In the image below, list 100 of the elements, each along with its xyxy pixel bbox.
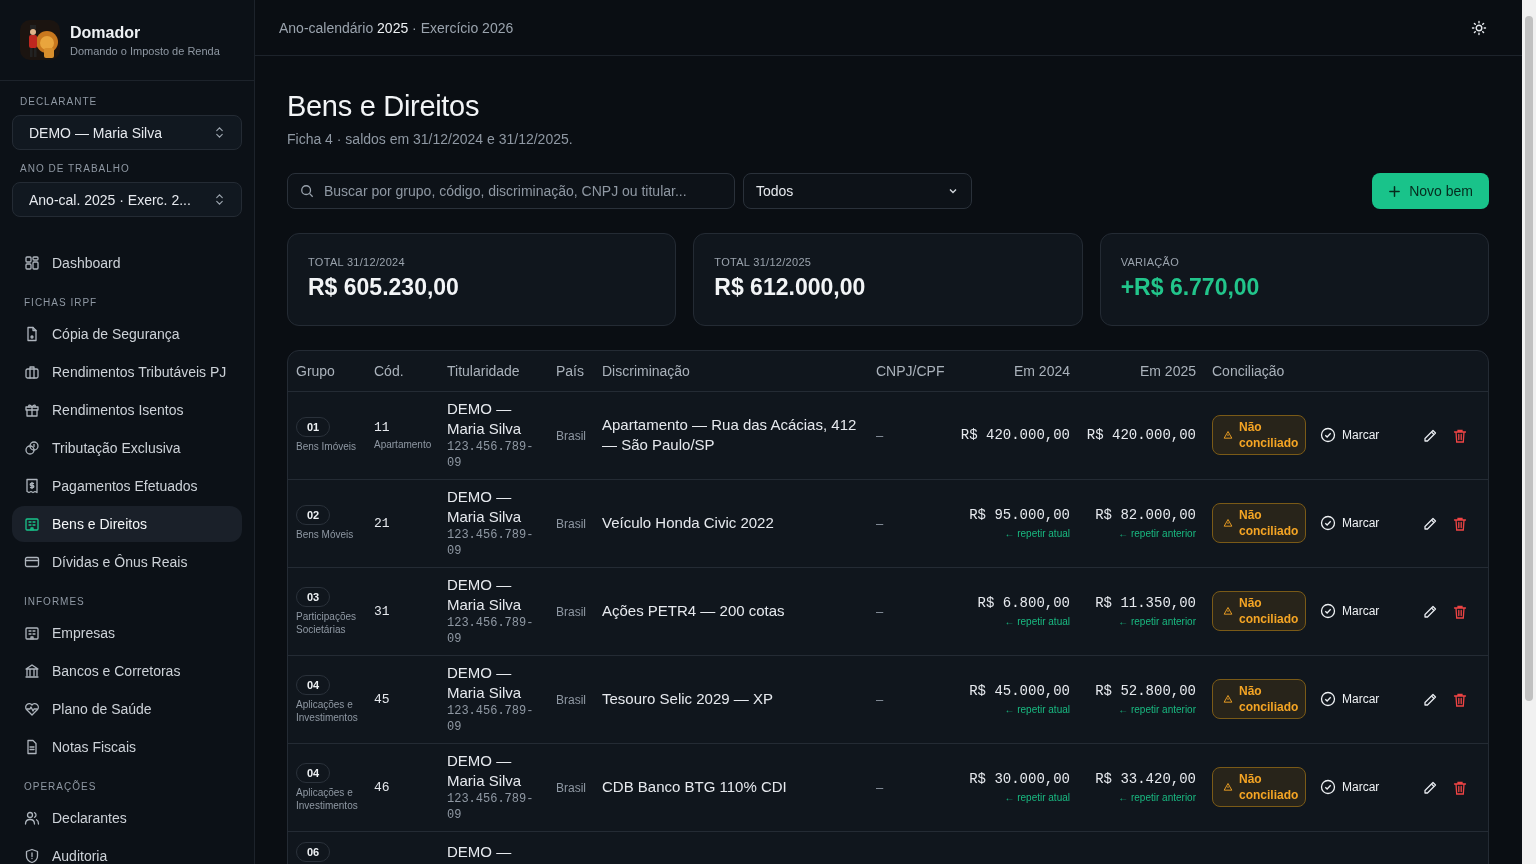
mark-reconciled-button[interactable]: Marcar (1320, 779, 1380, 795)
nav-item[interactable]: Auditoria (12, 838, 242, 864)
bank-icon (24, 663, 40, 679)
delete-icon[interactable] (1452, 515, 1468, 532)
heart-pulse-icon (24, 701, 40, 717)
filter-dropdown[interactable]: Todos (743, 173, 972, 209)
holder-name: DEMO — Maria Silva (447, 663, 523, 703)
fiscal-year-context: Ano-calendário 2025 · Exercício 2026 (279, 19, 514, 36)
repeat-previous-link[interactable]: ← repetir anterior (1086, 528, 1196, 539)
repeat-current-link[interactable]: ← repetir atual (956, 704, 1070, 715)
mark-reconciled-button[interactable]: Marcar (1320, 603, 1380, 619)
check-circle-icon (1320, 427, 1336, 443)
column-header: Em 2025 (1139, 362, 1196, 379)
app-name: Domador (70, 23, 142, 42)
column-header: Conciliação (1212, 362, 1285, 379)
delete-icon[interactable] (1452, 427, 1468, 444)
users-icon (24, 810, 40, 826)
mark-reconciled-button[interactable]: Marcar (1320, 515, 1380, 531)
reconciliation-status: Não conciliado (1212, 415, 1306, 455)
nav-section-title: FICHAS IRPF (23, 296, 99, 310)
repeat-previous-link[interactable]: ← repetir anterior (1086, 616, 1196, 627)
scrollbar[interactable] (1522, 0, 1536, 864)
selector-dropdown[interactable]: Ano-cal. 2025 · Exerc. 2... (12, 182, 242, 217)
holder-name: DEMO — (447, 841, 513, 862)
delete-icon[interactable] (1452, 691, 1468, 708)
repeat-current-link[interactable]: ← repetir atual (956, 616, 1070, 627)
nav-item[interactable]: Pagamentos Efetuados (12, 468, 242, 504)
mark-reconciled-button[interactable]: Marcar (1320, 691, 1380, 707)
holder-cpf: 123.456.789-09 (447, 791, 535, 823)
mark-reconciled-button[interactable]: Marcar (1320, 427, 1380, 443)
asset-description: Tesouro Selic 2029 — XP (602, 689, 774, 709)
card-label: VARIAÇÃO (1120, 256, 1181, 268)
column-header: CNPJ/CPF (876, 362, 945, 379)
search-field[interactable]: Buscar por grupo, código, discriminação, CNPJ ou titular... (287, 173, 735, 209)
nav-item[interactable]: Empresas (12, 615, 242, 651)
briefcase-icon (24, 364, 40, 380)
repeat-current-link[interactable]: ← repetir atual (956, 792, 1070, 803)
value-2024: R$ 420.000,00 (959, 427, 1070, 443)
nav-item[interactable]: Dashboard (12, 245, 242, 281)
asset-code: 46 (374, 779, 391, 795)
sun-icon[interactable] (1471, 19, 1487, 36)
value-2024: R$ 6.800,00 (976, 595, 1070, 611)
warning-icon (1223, 694, 1233, 704)
repeat-previous-link[interactable]: ← repetir anterior (1086, 704, 1196, 715)
app-tagline: Domando o Imposto de Renda (70, 44, 220, 57)
building-icon (24, 625, 40, 641)
value-2025: R$ 52.800,00 (1094, 683, 1196, 699)
chevron-up-down-icon (214, 125, 225, 140)
value-2024: R$ 30.000,00 (968, 771, 1070, 787)
group-name: Bens Móveis (296, 528, 355, 541)
edit-icon[interactable] (1422, 603, 1438, 620)
edit-icon[interactable] (1422, 691, 1438, 708)
cnpj-value: – (876, 692, 884, 707)
group-name: Aplicações e Investimentos (296, 697, 358, 724)
asset-description: Apartamento — Rua das Acácias, 412 — São Paulo/SP (602, 415, 858, 455)
country: Brasil (556, 605, 586, 619)
selector-label: DECLARANTE (19, 95, 99, 109)
column-header: Grupo (296, 362, 335, 379)
check-circle-icon (1320, 691, 1336, 707)
country: Brasil (556, 781, 586, 795)
selector-dropdown[interactable]: DEMO — Maria Silva (12, 115, 242, 150)
column-header: País (556, 362, 584, 379)
asset-description: Ações PETR4 — 200 cotas (602, 601, 786, 621)
country: Brasil (556, 429, 586, 443)
nav-item[interactable]: Bancos e Corretoras (12, 653, 242, 689)
warning-icon (1223, 430, 1233, 440)
grid-icon (24, 255, 40, 271)
add-asset-button[interactable]: Novo bem (1372, 173, 1489, 209)
nav-item[interactable]: Rendimentos Isentos (12, 392, 242, 428)
edit-icon[interactable] (1422, 427, 1438, 444)
nav-item[interactable]: Bens e Direitos (12, 506, 242, 542)
column-header: Cód. (374, 362, 404, 379)
scrollbar-thumb[interactable] (1525, 16, 1533, 701)
asset-description: Veículo Honda Civic 2022 (602, 513, 775, 533)
group-name: Aplicações e Investimentos (296, 785, 358, 812)
value-2025: R$ 420.000,00 (1086, 427, 1196, 443)
nav-item[interactable]: Rendimentos Tributáveis PJ (12, 354, 242, 390)
selector-label: ANO DE TRABALHO (19, 162, 131, 176)
building-icon (24, 516, 40, 532)
holder-name: DEMO — Maria Silva (447, 751, 523, 791)
cnpj-value: – (876, 604, 884, 619)
nav-item[interactable]: Plano de Saúde (12, 691, 242, 727)
repeat-previous-link[interactable]: ← repetir anterior (1086, 792, 1196, 803)
delete-icon[interactable] (1452, 603, 1468, 620)
edit-icon[interactable] (1422, 779, 1438, 796)
nav-item[interactable]: Tributação Exclusiva (12, 430, 242, 466)
nav-item[interactable]: Notas Fiscais (12, 729, 242, 765)
nav-item[interactable]: Declarantes (12, 800, 242, 836)
delete-icon[interactable] (1452, 779, 1468, 796)
asset-code: 45 (374, 691, 391, 707)
shield-icon (24, 848, 40, 864)
card-value: +R$ 6.770,00 (1120, 274, 1261, 301)
nav-item[interactable]: Dívidas e Ônus Reais (12, 544, 242, 580)
repeat-current-link[interactable]: ← repetir atual (956, 528, 1070, 539)
edit-icon[interactable] (1422, 515, 1438, 532)
card-value: R$ 612.000,00 (714, 274, 867, 301)
nav-section-title: OPERAÇÕES (23, 779, 98, 794)
nav-item[interactable]: Cópia de Segurança (12, 316, 242, 352)
document-icon (24, 739, 40, 755)
group-name: Participações Societárias (296, 609, 358, 636)
